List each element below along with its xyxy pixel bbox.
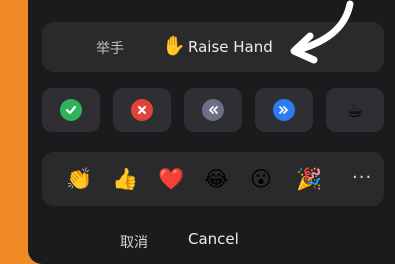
party-popper-icon[interactable]: 🎉 — [296, 166, 322, 192]
rewind-icon — [202, 99, 224, 121]
more-reactions-button[interactable]: ··· — [352, 167, 372, 188]
cancel-label-en: Cancel — [188, 230, 239, 248]
yes-button[interactable] — [42, 88, 100, 132]
check-icon — [60, 99, 82, 121]
no-button[interactable] — [113, 88, 171, 132]
cancel-label-cn: 取消 — [120, 235, 148, 251]
pointer-arrow-icon — [290, 0, 354, 64]
coffee-button[interactable]: ☕ — [326, 88, 384, 132]
raise-hand-label-en: Raise Hand — [188, 38, 273, 56]
coffee-icon: ☕ — [346, 98, 364, 122]
raised-hand-icon: ✋ — [162, 35, 186, 57]
x-icon — [131, 99, 153, 121]
reactions-panel: 举手 ✋ Raise Hand ☕ 👏 👍 ❤️ 😂 😮 🎉 ··· 取消 Ca… — [28, 0, 395, 264]
heart-icon[interactable]: ❤️ — [158, 166, 184, 192]
reactions-row: 👏 👍 ❤️ 😂 😮 🎉 ··· — [42, 152, 384, 206]
open-mouth-icon[interactable]: 😮 — [250, 166, 272, 192]
tears-of-joy-icon[interactable]: 😂 — [204, 166, 229, 192]
go-faster-button[interactable] — [255, 88, 313, 132]
go-slower-button[interactable] — [184, 88, 242, 132]
clapping-hands-icon[interactable]: 👏 — [66, 166, 92, 192]
thumbs-up-icon[interactable]: 👍 — [112, 166, 138, 192]
fast-forward-icon — [273, 99, 295, 121]
raise-hand-label-cn: 举手 — [96, 41, 124, 57]
